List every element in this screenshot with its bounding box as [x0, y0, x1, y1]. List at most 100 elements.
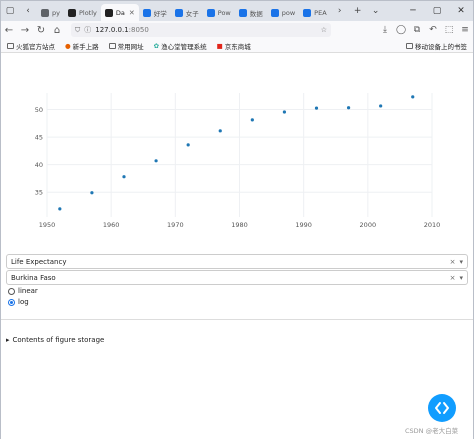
bookmark-jd[interactable]: ■ 京东商城 [217, 41, 251, 51]
chevron-down-icon[interactable]: ▾ [459, 274, 463, 282]
data-point [186, 143, 190, 147]
tab-favicon-icon [142, 8, 151, 17]
page-content: 1950 1960 1970 1980 1990 2000 2010 35 40 45 50 Lif… [1, 53, 473, 439]
yaxis-dropdown[interactable]: Life Expectancy × ▾ [6, 254, 468, 269]
menu-icon[interactable]: ≡ [457, 25, 473, 35]
account-icon[interactable]: ◯ [393, 25, 409, 35]
tab-favicon-icon [41, 8, 49, 17]
tab-label: PEA [314, 8, 327, 17]
firefox-icon: ● [65, 41, 71, 50]
y-tick-label: 40 [35, 161, 43, 169]
radio-linear[interactable]: linear [8, 287, 38, 295]
country-dropdown-value: Burkina Faso [11, 273, 56, 282]
data-point [411, 95, 415, 99]
bookmark-label: 常用网址 [117, 42, 144, 51]
undo-icon[interactable]: ↶ [425, 25, 441, 35]
dash-debug-button[interactable] [428, 394, 456, 422]
tab-favicon-icon [270, 8, 279, 17]
address-bar[interactable]: ⛉ ⓘ 127.0.0.1:8050 ☆ [71, 23, 331, 37]
bookmark-getting-started[interactable]: ● 新手上路 [65, 41, 99, 51]
tab-scroll-right-icon[interactable]: › [331, 1, 349, 21]
bookmark-star-icon[interactable]: ☆ [321, 26, 327, 34]
data-point [282, 110, 287, 114]
extensions-icon[interactable]: ⧉ [409, 25, 425, 35]
figure-storage-details[interactable]: ▸ Contents of figure storage [6, 336, 104, 344]
browser-tab[interactable]: Da ✕ [100, 4, 139, 21]
url-host: 127.0.0.1 [95, 26, 129, 34]
browser-tab[interactable]: py [37, 4, 64, 21]
browser-tab[interactable]: PEA [299, 4, 330, 21]
x-tick-label: 1980 [231, 221, 248, 229]
tab-close-icon[interactable]: ✕ [129, 9, 135, 17]
yaxis-dropdown-value: Life Expectancy [11, 257, 67, 266]
bookmark-common-sites[interactable]: 常用网址 [108, 41, 144, 51]
reload-icon[interactable]: ↻ [33, 25, 49, 36]
bookmark-label: 移动设备上的书签 [415, 42, 467, 51]
data-point [379, 104, 383, 108]
forward-icon[interactable]: → [17, 25, 33, 36]
tab-favicon-icon [174, 8, 183, 17]
new-tab-button[interactable]: + [349, 1, 367, 21]
disclosure-triangle-icon[interactable]: ▸ [6, 336, 10, 344]
data-point [154, 159, 158, 163]
country-dropdown[interactable]: Burkina Faso × ▾ [6, 270, 468, 285]
radio-circle-log[interactable] [8, 298, 15, 306]
bookmark-label: 火狐官方站点 [16, 42, 55, 51]
data-point [122, 175, 126, 179]
minimize-icon[interactable]: ─ [401, 1, 425, 21]
folder-icon [108, 42, 116, 49]
tab-favicon-icon [303, 8, 312, 17]
folder-icon [7, 42, 14, 49]
data-point [58, 207, 62, 211]
browser-tab[interactable]: 数据 [235, 4, 267, 21]
info-icon: ⓘ [84, 26, 92, 34]
tab-label: 好学 [153, 9, 167, 18]
tab-list-dropdown-icon[interactable]: ⌄ [367, 1, 385, 21]
clear-icon[interactable]: × [450, 258, 456, 266]
code-brackets-icon [435, 402, 449, 414]
download-icon[interactable]: ⤓ [377, 25, 393, 35]
window-controls: ─ ▢ ✕ [401, 1, 473, 21]
clear-icon[interactable]: × [450, 274, 456, 282]
chevron-down-icon[interactable]: ▾ [459, 258, 463, 266]
tab-overview-icon[interactable]: ▢ [1, 1, 19, 21]
data-point [250, 118, 254, 122]
close-icon[interactable]: ✕ [449, 1, 473, 21]
data-point [90, 191, 94, 195]
browser-tab[interactable]: 女子 [171, 4, 203, 21]
scatter-chart[interactable]: 1950 1960 1970 1980 1990 2000 2010 35 40 45 50 [1, 53, 473, 233]
bookmark-firefox[interactable]: 火狐官方站点 [7, 41, 55, 51]
radio-label-linear: linear [18, 287, 38, 295]
browser-tab[interactable]: 好学 [139, 4, 171, 21]
tab-label: Plotly [78, 8, 97, 17]
watermark: CSDN @老大白菜 [405, 427, 459, 435]
browser-tab[interactable]: Plotly [64, 4, 101, 21]
mobile-icon [406, 42, 413, 49]
x-tick-label: 2010 [424, 221, 441, 229]
back-icon[interactable]: ← [1, 25, 17, 36]
tab-label: 女子 [185, 9, 199, 18]
screenshot-icon[interactable]: ⬚ [441, 25, 457, 35]
x-tick-label: 1970 [167, 221, 184, 229]
tab-label: 数据 [249, 9, 263, 18]
tab-favicon-icon [104, 8, 113, 17]
maximize-icon[interactable]: ▢ [425, 1, 449, 21]
radio-circle-linear[interactable] [8, 287, 15, 295]
radio-log[interactable]: log [8, 298, 29, 306]
y-tick-label: 50 [35, 106, 43, 114]
x-tick-label: 1990 [295, 221, 312, 229]
shield-icon: ⛉ [75, 25, 81, 34]
browser-tab[interactable]: pow [267, 4, 299, 21]
bookmark-management-system[interactable]: ✿ 渔心堂管理系统 [154, 41, 207, 51]
home-icon[interactable]: ⌂ [49, 25, 65, 36]
bookmark-mobile[interactable]: 移动设备上的书签 [406, 41, 467, 51]
browser-tab[interactable]: Pow [203, 4, 235, 21]
x-tick-label: 1950 [39, 221, 56, 229]
tab-favicon-icon [67, 8, 76, 17]
data-point [346, 106, 351, 110]
data-point [314, 106, 319, 110]
y-tick-label: 45 [35, 134, 43, 142]
tab-scroll-left-icon[interactable]: ‹ [19, 1, 37, 21]
details-summary[interactable]: Contents of figure storage [13, 336, 105, 344]
radio-label-log: log [18, 298, 29, 306]
